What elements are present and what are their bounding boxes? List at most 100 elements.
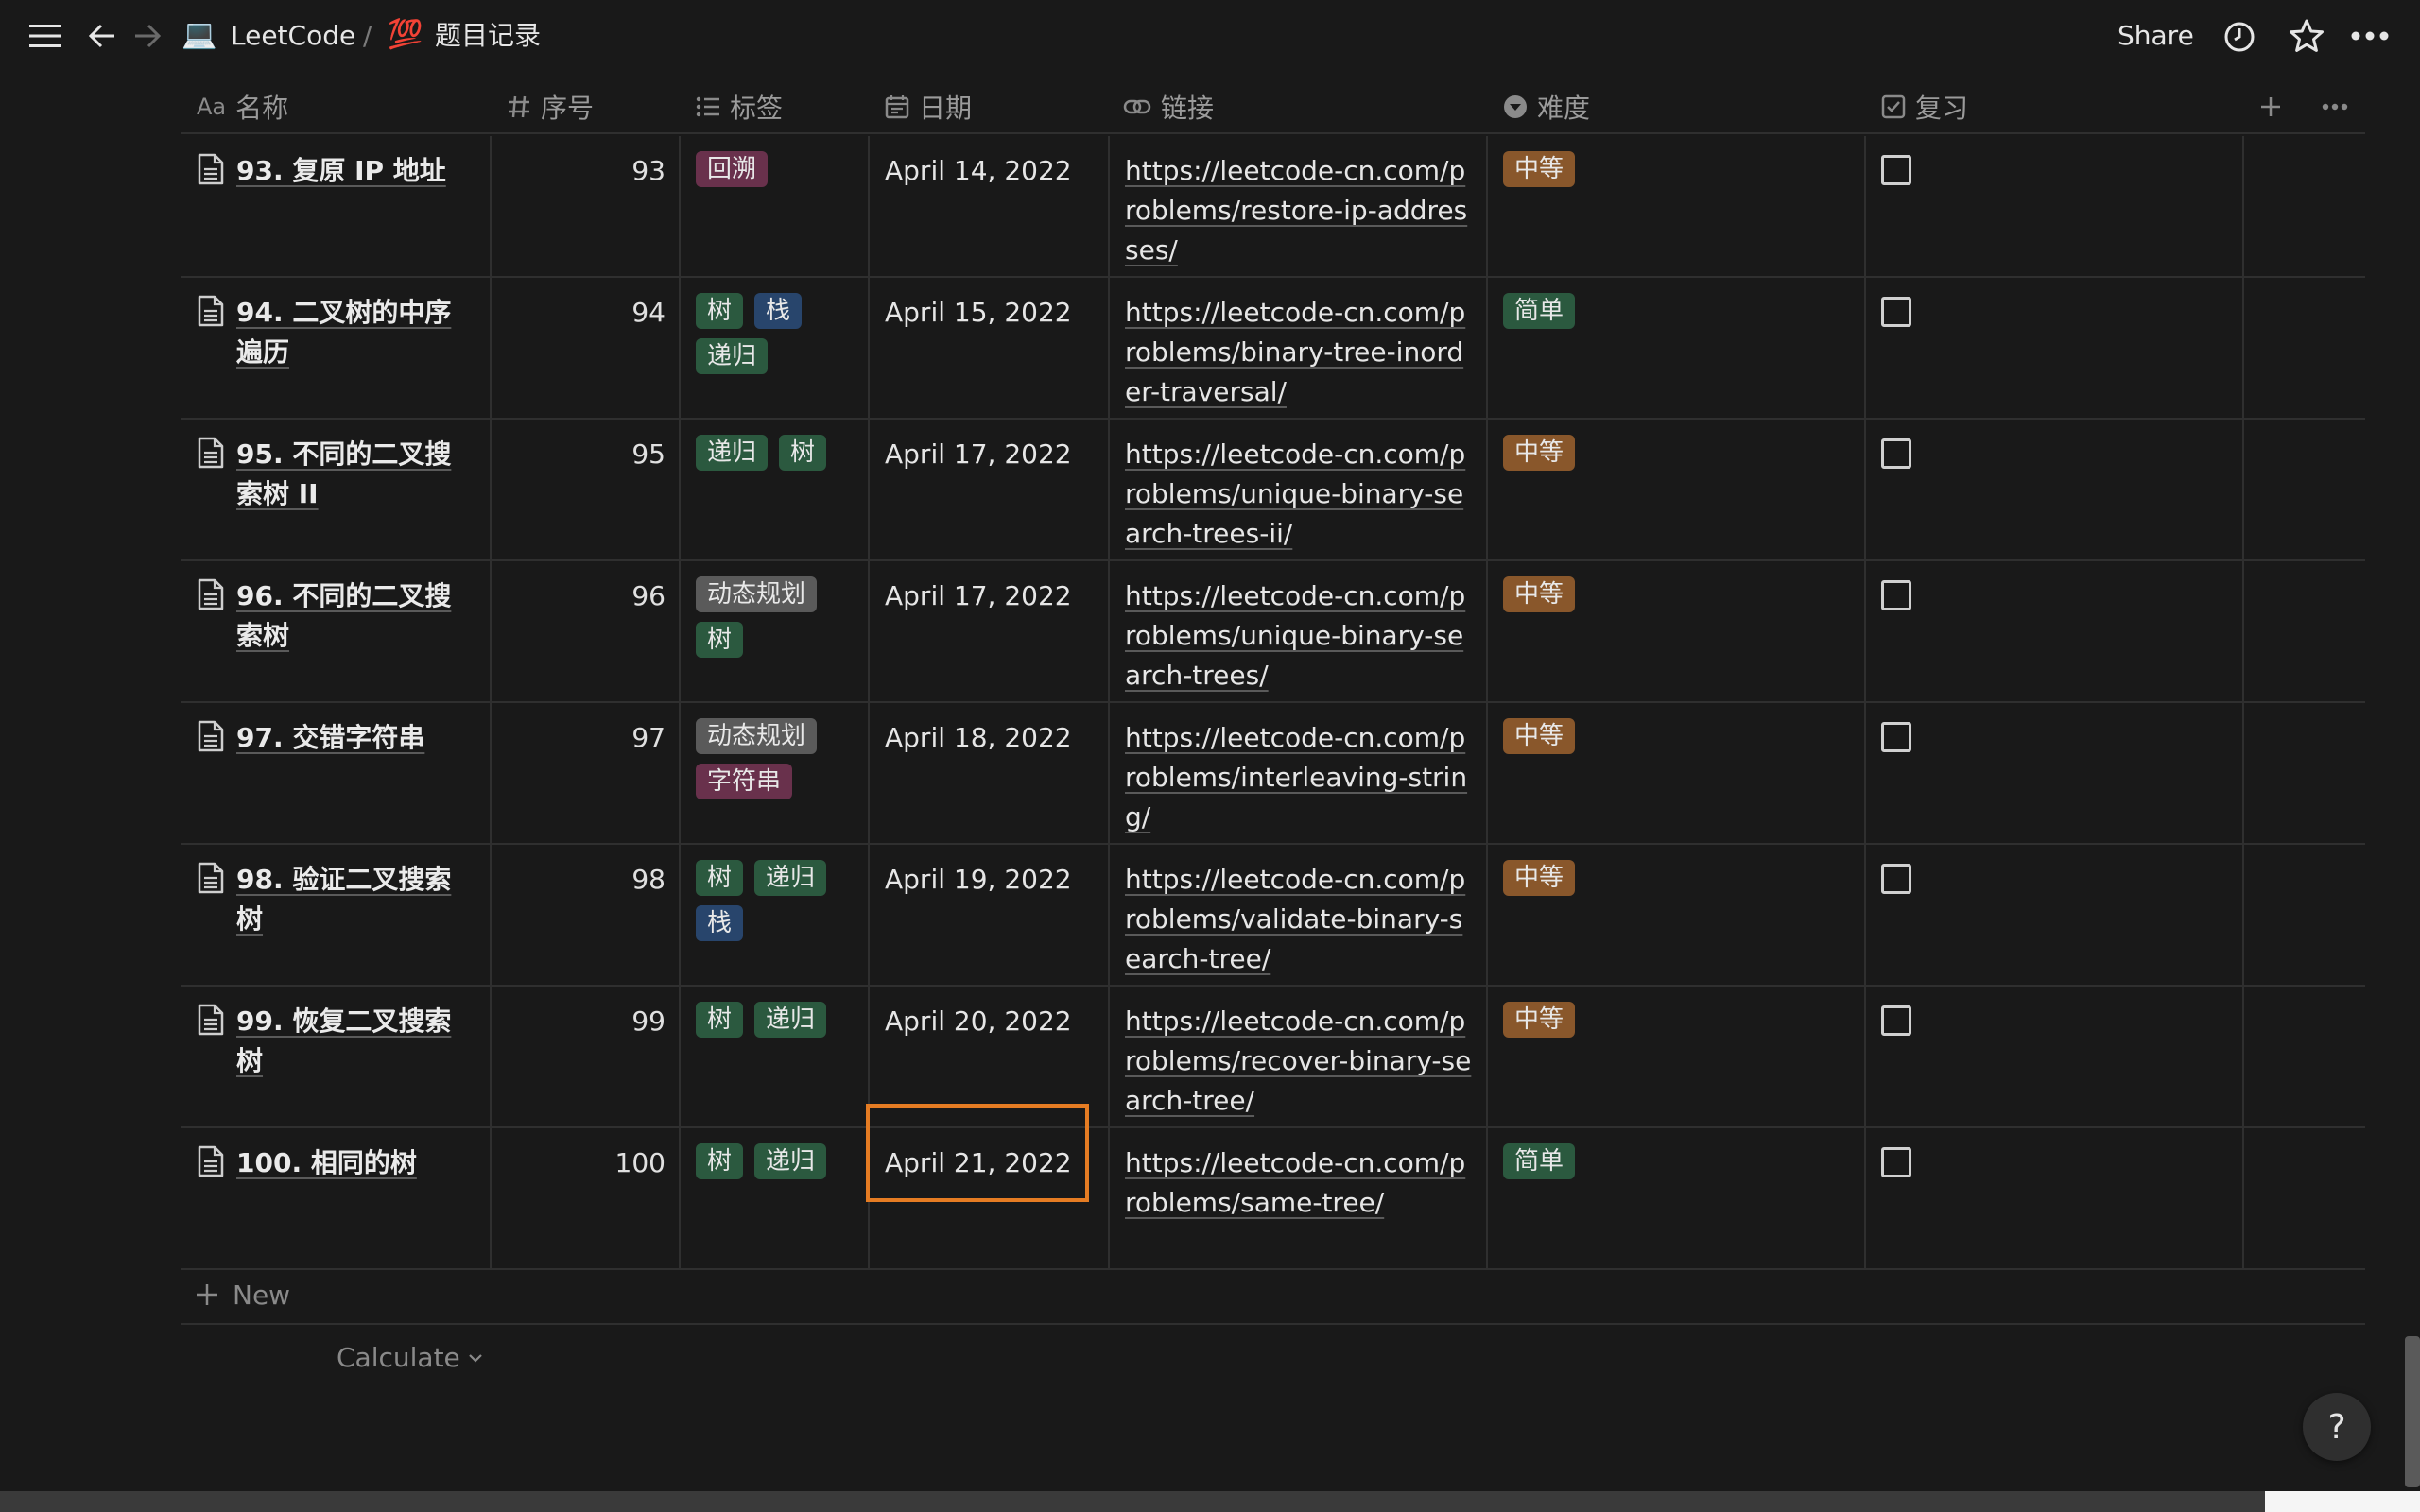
link-url[interactable]: https://leetcode-cn.com/problems/unique-… [1125,438,1465,549]
cell-difficulty[interactable]: 简单 [1503,293,1576,329]
cell-number[interactable]: 100 [492,1128,666,1268]
calculate-button[interactable]: Calculate [337,1342,483,1373]
forward-button[interactable] [130,19,164,53]
cell-link[interactable]: https://leetcode-cn.com/problems/validat… [1125,860,1475,979]
link-url[interactable]: https://leetcode-cn.com/problems/restore… [1125,155,1467,266]
horizontal-scrollbar-thumb[interactable] [2265,1491,2420,1512]
favorite-button[interactable] [2288,17,2325,55]
row-title[interactable]: 96. 不同的二叉搜索树 [236,576,471,701]
cell-link[interactable]: https://leetcode-cn.com/problems/unique-… [1125,435,1475,554]
cell-number[interactable]: 93 [492,136,666,276]
cell-difficulty[interactable]: 简单 [1503,1143,1576,1179]
cell-difficulty[interactable]: 中等 [1503,435,1576,471]
cell-link[interactable]: https://leetcode-cn.com/problems/restore… [1125,151,1475,270]
table-row[interactable]: 97. 交错字符串 97 动态规划 字符串 April 18, 2022 https://… [182,703,2365,845]
cell-name[interactable]: 98. 验证二叉搜索树 [197,845,471,985]
cell-link[interactable]: https://leetcode-cn.com/problems/recover… [1125,1002,1475,1121]
cell-number[interactable]: 94 [492,278,666,418]
column-header-difficulty[interactable]: 难度 [1503,79,1590,134]
table-row[interactable]: 95. 不同的二叉搜索树 II 95 递归树 April 17, 2022 https:… [182,420,2365,561]
cell-date[interactable]: April 18, 2022 [885,718,1072,758]
row-title[interactable]: 94. 二叉树的中序遍历 [236,293,471,418]
review-checkbox[interactable] [1881,722,1911,752]
breadcrumb-workspace[interactable]: LeetCode [231,23,355,49]
cell-date[interactable]: April 14, 2022 [885,151,1072,191]
back-button[interactable] [85,19,119,53]
cell-tags[interactable]: 动态规划树 [696,576,856,658]
row-title[interactable]: 98. 验证二叉搜索树 [236,860,471,985]
review-checkbox[interactable] [1881,155,1911,185]
column-header-link[interactable]: 链接 [1123,79,1214,134]
new-row-button[interactable]: New [182,1266,2365,1325]
history-button[interactable] [2221,19,2257,55]
review-checkbox[interactable] [1881,580,1911,610]
cell-link[interactable]: https://leetcode-cn.com/problems/binary-… [1125,293,1475,412]
link-url[interactable]: https://leetcode-cn.com/problems/validat… [1125,864,1465,974]
cell-number[interactable]: 98 [492,845,666,985]
cell-date[interactable]: April 20, 2022 [885,1002,1072,1041]
cell-tags[interactable]: 树递归 [696,1143,856,1179]
review-checkbox[interactable] [1881,297,1911,327]
cell-difficulty[interactable]: 中等 [1503,860,1576,896]
cell-number[interactable]: 97 [492,703,666,843]
add-property-button[interactable] [2259,79,2282,134]
cell-link[interactable]: https://leetcode-cn.com/problems/unique-… [1125,576,1475,696]
cell-tags[interactable]: 树栈递归 [696,293,856,374]
cell-name[interactable]: 97. 交错字符串 [197,703,471,843]
review-checkbox[interactable] [1881,864,1911,894]
cell-link[interactable]: https://leetcode-cn.com/problems/interle… [1125,718,1475,837]
table-row[interactable]: 100. 相同的树 100 树递归 April 21, 2022 https://lee… [182,1128,2365,1270]
cell-tags[interactable]: 树递归栈 [696,860,856,941]
cell-number[interactable]: 96 [492,561,666,701]
cell-name[interactable]: 93. 复原 IP 地址 [197,136,471,276]
cell-name[interactable]: 99. 恢复二叉搜索树 [197,987,471,1126]
cell-difficulty[interactable]: 中等 [1503,1002,1576,1038]
help-button[interactable]: ? [2303,1393,2371,1461]
breadcrumb-page-title[interactable]: 题目记录 [435,23,541,49]
table-row[interactable]: 93. 复原 IP 地址 93 回溯 April 14, 2022 https://le… [182,136,2365,278]
table-row[interactable]: 94. 二叉树的中序遍历 94 树栈递归 April 15, 2022 https://… [182,278,2365,420]
column-header-tags[interactable]: 标签 [696,79,783,134]
column-header-review[interactable]: 复习 [1881,79,1968,134]
column-header-name[interactable]: Aa 名称 [197,79,288,134]
more-options-button[interactable] [2350,19,2390,53]
column-options-button[interactable] [2322,79,2348,134]
cell-link[interactable]: https://leetcode-cn.com/problems/same-tr… [1125,1143,1475,1223]
cell-difficulty[interactable]: 中等 [1503,718,1576,754]
link-url[interactable]: https://leetcode-cn.com/problems/unique-… [1125,580,1465,691]
row-title[interactable]: 100. 相同的树 [236,1143,417,1268]
column-header-date[interactable]: 日期 [885,79,972,134]
row-title[interactable]: 95. 不同的二叉搜索树 II [236,435,471,559]
cell-name[interactable]: 100. 相同的树 [197,1128,471,1268]
review-checkbox[interactable] [1881,1147,1911,1177]
cell-date[interactable]: April 17, 2022 [885,435,1072,474]
review-checkbox[interactable] [1881,438,1911,469]
cell-name[interactable]: 95. 不同的二叉搜索树 II [197,420,471,559]
table-row[interactable]: 96. 不同的二叉搜索树 96 动态规划树 April 17, 2022 https:/… [182,561,2365,703]
link-url[interactable]: https://leetcode-cn.com/problems/recover… [1125,1005,1471,1116]
sidebar-toggle-button[interactable] [26,19,64,53]
cell-number[interactable]: 95 [492,420,666,559]
horizontal-scrollbar-track[interactable] [0,1491,2420,1512]
cell-date[interactable]: April 17, 2022 [885,576,1072,616]
cell-number[interactable]: 99 [492,987,666,1126]
link-url[interactable]: https://leetcode-cn.com/problems/same-tr… [1125,1147,1465,1218]
cell-date[interactable]: April 19, 2022 [885,860,1072,900]
share-button[interactable]: Share [2118,23,2194,49]
cell-tags[interactable]: 回溯 [696,151,856,187]
cell-tags[interactable]: 递归树 [696,435,856,471]
table-row[interactable]: 99. 恢复二叉搜索树 99 树递归 April 20, 2022 https://le… [182,987,2365,1128]
cell-date[interactable]: April 15, 2022 [885,293,1072,333]
cell-tags[interactable]: 动态规划 字符串 [696,718,856,799]
row-title[interactable]: 99. 恢复二叉搜索树 [236,1002,471,1126]
cell-difficulty[interactable]: 中等 [1503,151,1576,187]
column-header-number[interactable]: 序号 [507,79,594,134]
row-title[interactable]: 97. 交错字符串 [236,718,424,843]
link-url[interactable]: https://leetcode-cn.com/problems/binary-… [1125,297,1465,407]
cell-difficulty[interactable]: 中等 [1503,576,1576,612]
table-row[interactable]: 98. 验证二叉搜索树 98 树递归栈 April 19, 2022 https://l… [182,845,2365,987]
cell-name[interactable]: 94. 二叉树的中序遍历 [197,278,471,418]
vertical-scrollbar[interactable] [2405,1336,2420,1487]
review-checkbox[interactable] [1881,1005,1911,1036]
cell-name[interactable]: 96. 不同的二叉搜索树 [197,561,471,701]
